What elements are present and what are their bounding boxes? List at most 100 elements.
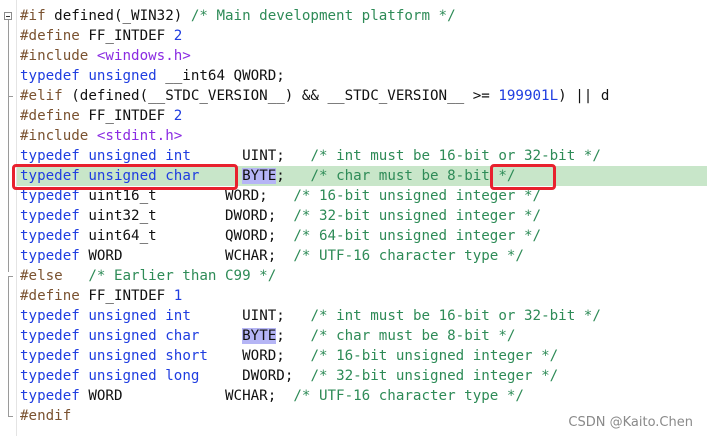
fold-guide-line	[8, 20, 9, 96]
code-line[interactable]: typedef WORD WCHAR; /* UTF-16 character …	[20, 246, 524, 266]
code-token: FF_INTDEF	[79, 108, 174, 124]
code-line[interactable]: #if defined(_WIN32) /* Main development …	[20, 6, 456, 26]
code-token: typedef	[20, 388, 80, 404]
code-token: /* char must be 8-bit */	[310, 168, 516, 184]
code-editor[interactable]: #if defined(_WIN32) /* Main development …	[0, 0, 707, 436]
code-line[interactable]: #define FF_INTDEF 2	[20, 106, 182, 126]
code-token: uint64_t QWORD;	[79, 228, 294, 244]
code-token: unsigned	[88, 308, 157, 324]
code-token: typedef	[20, 348, 80, 364]
code-line[interactable]: typedef unsigned __int64 QWORD;	[20, 66, 285, 86]
code-token: typedef	[20, 328, 80, 344]
code-token: /* 16-bit unsigned integer */	[293, 188, 542, 204]
code-token: typedef	[20, 228, 80, 244]
code-token: typedef	[20, 188, 80, 204]
code-line[interactable]: #include <stdint.h>	[20, 126, 182, 146]
code-token: /* 32-bit unsigned integer */	[293, 208, 542, 224]
code-token: #endif	[20, 408, 72, 424]
code-token: /* Main development platform */	[190, 8, 456, 24]
code-token: unsigned	[88, 348, 157, 364]
selected-token: BYTE	[242, 168, 277, 184]
code-token: #elif	[20, 88, 63, 104]
code-token: FF_INTDEF	[79, 288, 174, 304]
code-line[interactable]: typedef unsigned long DWORD; /* 32-bit u…	[20, 366, 558, 386]
code-token: DWORD;	[199, 368, 311, 384]
code-token: /* Earlier than C99 */	[88, 268, 277, 284]
code-token: #define	[20, 288, 80, 304]
code-token: int	[165, 308, 191, 324]
code-line[interactable]: typedef unsigned int UINT; /* int must b…	[20, 306, 601, 326]
code-token: defined(_WIN32)	[45, 8, 191, 24]
code-token: WORD WCHAR;	[79, 248, 294, 264]
code-token: char	[165, 328, 200, 344]
code-token: UINT;	[190, 308, 311, 324]
code-token: /* char must be 8-bit */	[310, 328, 516, 344]
code-token: ;	[276, 328, 311, 344]
code-line[interactable]: typedef unsigned char BYTE; /* char must…	[20, 326, 515, 346]
code-line[interactable]: typedef unsigned short WORD; /* 16-bit u…	[20, 346, 558, 366]
code-token: uint32_t DWORD;	[79, 208, 294, 224]
code-token: #if	[20, 8, 46, 24]
code-token: #define	[20, 108, 80, 124]
code-token: (defined(__STDC_VERSION__) && __STDC_VER…	[62, 88, 499, 104]
fold-toggle-icon[interactable]	[4, 12, 12, 20]
fold-guide-line	[8, 276, 9, 416]
code-line[interactable]: #define FF_INTDEF 1	[20, 286, 182, 306]
code-line[interactable]: #elif (defined(__STDC_VERSION__) && __ST…	[20, 86, 609, 106]
code-line[interactable]: typedef WORD WCHAR; /* UTF-16 character …	[20, 386, 524, 406]
code-token: /* int must be 16-bit or 32-bit */	[310, 308, 601, 324]
code-line[interactable]: typedef uint64_t QWORD; /* 64-bit unsign…	[20, 226, 541, 246]
code-token: <windows.h>	[96, 48, 191, 64]
code-line[interactable]: #define FF_INTDEF 2	[20, 26, 182, 46]
fold-gutter	[0, 0, 17, 436]
code-line[interactable]: #else /* Earlier than C99 */	[20, 266, 276, 286]
code-token: FF_INTDEF	[79, 28, 174, 44]
fold-guide-tick	[8, 416, 13, 417]
code-token: typedef	[20, 368, 80, 384]
code-token: unsigned	[88, 148, 157, 164]
code-token: /* UTF-16 character type */	[293, 388, 524, 404]
code-token: typedef	[20, 148, 80, 164]
code-token: UINT;	[190, 148, 311, 164]
code-token: 2	[173, 28, 183, 44]
code-token: long	[165, 368, 200, 384]
code-line[interactable]: #include <windows.h>	[20, 46, 191, 66]
code-token: /* int must be 16-bit or 32-bit */	[310, 148, 601, 164]
code-token: 1	[173, 288, 183, 304]
code-token: /* 64-bit unsigned integer */	[293, 228, 542, 244]
code-token: <stdint.h>	[96, 128, 183, 144]
code-line[interactable]: typedef unsigned int UINT; /* int must b…	[20, 146, 601, 166]
code-line[interactable]: typedef uint32_t DWORD; /* 32-bit unsign…	[20, 206, 541, 226]
code-token: unsigned	[88, 68, 157, 84]
code-token: WORD;	[207, 348, 311, 364]
code-token: __int64 QWORD;	[156, 68, 285, 84]
code-token: #define	[20, 28, 80, 44]
code-line[interactable]: #endif	[20, 406, 71, 426]
code-token: typedef	[20, 308, 80, 324]
code-token: /* UTF-16 character type */	[293, 248, 524, 264]
code-token: ) || d	[558, 88, 610, 104]
code-token: WORD WCHAR;	[79, 388, 294, 404]
code-token: typedef	[20, 208, 80, 224]
code-token: unsigned	[88, 368, 157, 384]
annotation-box-8-bit	[490, 164, 556, 190]
code-token: unsigned	[88, 328, 157, 344]
code-token: ;	[276, 168, 311, 184]
code-token: uint16_t WORD;	[79, 188, 294, 204]
code-token: /* 32-bit unsigned integer */	[310, 368, 559, 384]
code-token: 199901L	[498, 88, 559, 104]
code-token: #else	[20, 268, 63, 284]
fold-guide-line	[8, 96, 9, 272]
code-token: /* 16-bit unsigned integer */	[310, 348, 559, 364]
code-token: #include	[20, 48, 89, 64]
selected-token: BYTE	[242, 328, 277, 344]
code-token: short	[165, 348, 208, 364]
